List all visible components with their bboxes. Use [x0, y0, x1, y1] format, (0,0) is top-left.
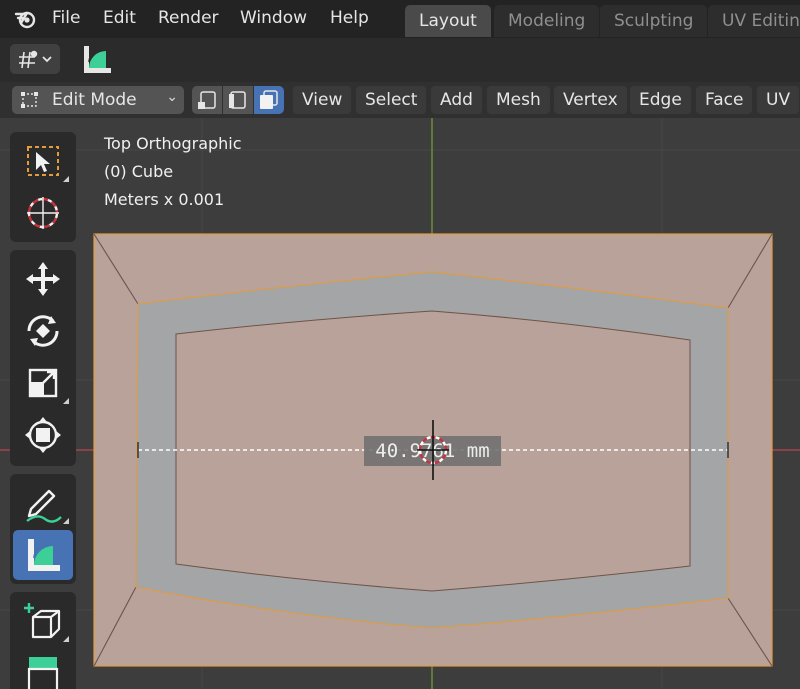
menu-vertex[interactable]: Vertex — [554, 86, 627, 114]
measure-icon — [28, 539, 60, 571]
annotate-tool[interactable] — [13, 478, 73, 528]
3d-cursor-icon[interactable] — [413, 418, 453, 482]
units-label: Meters x 0.001 — [104, 190, 225, 209]
view-name-label: Top Orthographic — [104, 134, 242, 153]
move-icon — [26, 262, 60, 296]
select-box-icon — [27, 146, 59, 176]
menu-add[interactable]: Add — [431, 86, 482, 114]
menu-help[interactable]: Help — [330, 8, 369, 28]
rotate-icon — [27, 315, 59, 347]
annotate-pencil-icon — [26, 489, 62, 523]
menu-uv[interactable]: UV — [757, 86, 800, 114]
top-menu-bar: File Edit Render Window Help Layout Mode… — [0, 0, 800, 38]
blender-logo-icon[interactable] — [14, 8, 36, 30]
grid-icon — [19, 50, 52, 69]
menu-file[interactable]: File — [52, 8, 80, 28]
tool-variants-indicator — [63, 398, 69, 404]
tab-sculpting[interactable]: Sculpting — [600, 5, 708, 37]
face-select-icon — [260, 90, 278, 109]
toolbar-group-add — [10, 592, 76, 689]
mode-select[interactable]: Edit Mode ⌄ — [12, 86, 184, 114]
tool-settings-bar — [0, 38, 800, 82]
select-box-tool[interactable] — [13, 136, 73, 186]
vertex-select-button[interactable] — [192, 86, 222, 114]
menu-edit[interactable]: Edit — [103, 8, 136, 28]
vertex-select-icon — [198, 91, 216, 109]
tab-modeling[interactable]: Modeling — [494, 5, 600, 37]
extrude-tool[interactable] — [13, 648, 73, 689]
cursor-tool[interactable] — [13, 188, 73, 238]
tool-variants-indicator — [63, 636, 69, 642]
cursor-icon — [27, 197, 59, 229]
scale-tool[interactable] — [13, 358, 73, 408]
menu-face[interactable]: Face — [696, 86, 753, 114]
face-select-button[interactable] — [254, 86, 284, 114]
tab-layout[interactable]: Layout — [405, 5, 491, 37]
tool-variants-indicator — [63, 176, 69, 182]
measure-tool-icon — [84, 46, 111, 73]
scale-icon — [28, 368, 58, 398]
edge-select-button[interactable] — [223, 86, 253, 114]
menu-render[interactable]: Render — [158, 8, 219, 28]
transform-icon — [25, 417, 61, 453]
menu-mesh[interactable]: Mesh — [487, 86, 550, 114]
chevron-down-icon: ⌄ — [166, 89, 178, 105]
tab-uv-editing[interactable]: UV Editing — [708, 5, 800, 37]
measure-tool[interactable] — [13, 530, 73, 580]
menu-select[interactable]: Select — [356, 86, 427, 114]
add-cube-icon — [24, 603, 61, 639]
toolbar-group-transform — [10, 250, 76, 466]
menu-view[interactable]: View — [293, 86, 352, 114]
toolbar-group-select — [10, 132, 76, 242]
menu-edge[interactable]: Edge — [630, 86, 691, 114]
object-name-label: (0) Cube — [104, 162, 174, 181]
viewport-header: Edit Mode ⌄ View Select Add Mesh Vertex … — [0, 82, 800, 118]
select-mode-group — [192, 86, 284, 114]
editor-type-button[interactable] — [10, 44, 60, 74]
edge-select-icon — [229, 91, 246, 109]
edit-mode-icon — [21, 92, 38, 108]
menu-window[interactable]: Window — [240, 8, 307, 28]
move-tool[interactable] — [13, 254, 73, 304]
mode-label: Edit Mode — [52, 90, 137, 110]
3d-viewport[interactable]: Top Orthographic (0) Cube Meters x 0.001… — [0, 118, 800, 689]
extrude-icon — [27, 657, 59, 689]
transform-tool[interactable] — [13, 410, 73, 460]
tool-variants-indicator — [63, 518, 69, 524]
add-cube-tool[interactable] — [13, 596, 73, 646]
toolbar-group-annotate — [10, 474, 76, 584]
rotate-tool[interactable] — [13, 306, 73, 356]
